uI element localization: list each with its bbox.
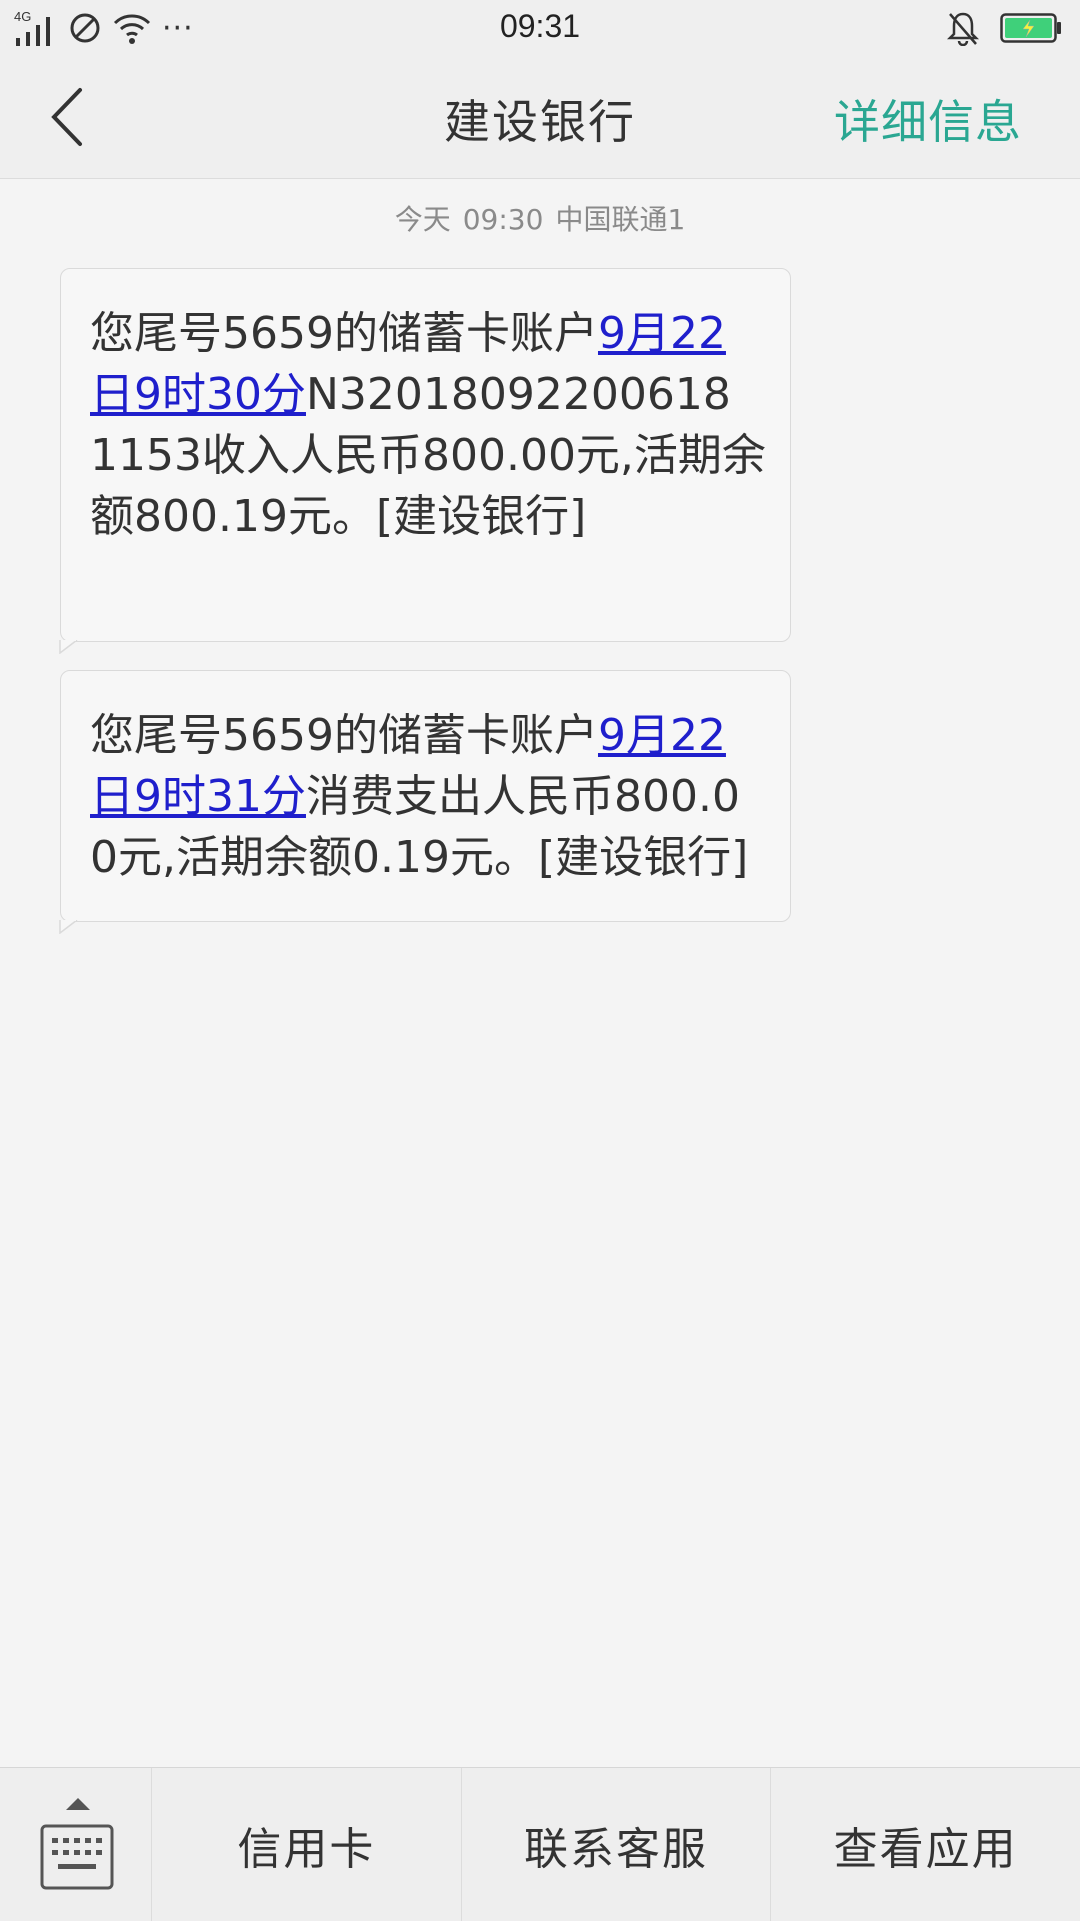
keyboard-toggle-button[interactable] bbox=[0, 1768, 152, 1921]
message-bubble[interactable]: 您尾号5659的储蓄卡账户9月22日9时30分N32018092200618 1… bbox=[59, 268, 791, 654]
bubble-tail bbox=[59, 920, 78, 934]
status-time: 09:31 bbox=[499, 8, 581, 44]
view-app-menu-button[interactable]: 查看应用 bbox=[771, 1768, 1080, 1921]
message-bubble[interactable]: 您尾号5659的储蓄卡账户9月22日9时31分消费支出人民币800.00元,活期… bbox=[59, 670, 791, 934]
battery-charging-icon bbox=[1000, 13, 1061, 43]
timestamp-date: 今天 bbox=[394, 203, 451, 236]
credit-card-menu-button[interactable]: 信用卡 bbox=[152, 1768, 462, 1921]
bubble-tail bbox=[59, 640, 78, 654]
message-text-prefix: 您尾号5659的储蓄卡账户 bbox=[90, 710, 598, 761]
status-right-icons bbox=[946, 10, 1062, 46]
detail-info-button[interactable]: 详细信息 bbox=[834, 86, 1022, 152]
keyboard-icon bbox=[40, 1798, 114, 1890]
message-timestamp: 今天 09:30 中国联通1 bbox=[0, 198, 1080, 238]
timestamp-sim: 中国联通1 bbox=[555, 203, 686, 236]
muted-bell-icon bbox=[946, 12, 980, 46]
bottom-menu-bar: 信用卡 联系客服 查看应用 bbox=[0, 1767, 1080, 1921]
timestamp-time: 09:30 bbox=[462, 203, 544, 236]
contact-service-menu-button[interactable]: 联系客服 bbox=[462, 1768, 772, 1921]
message-text-prefix: 您尾号5659的储蓄卡账户 bbox=[90, 308, 598, 359]
conversation-header: 建设银行 详细信息 bbox=[0, 56, 1080, 179]
status-bar: 4G ··· 09:31 bbox=[0, 0, 1080, 56]
